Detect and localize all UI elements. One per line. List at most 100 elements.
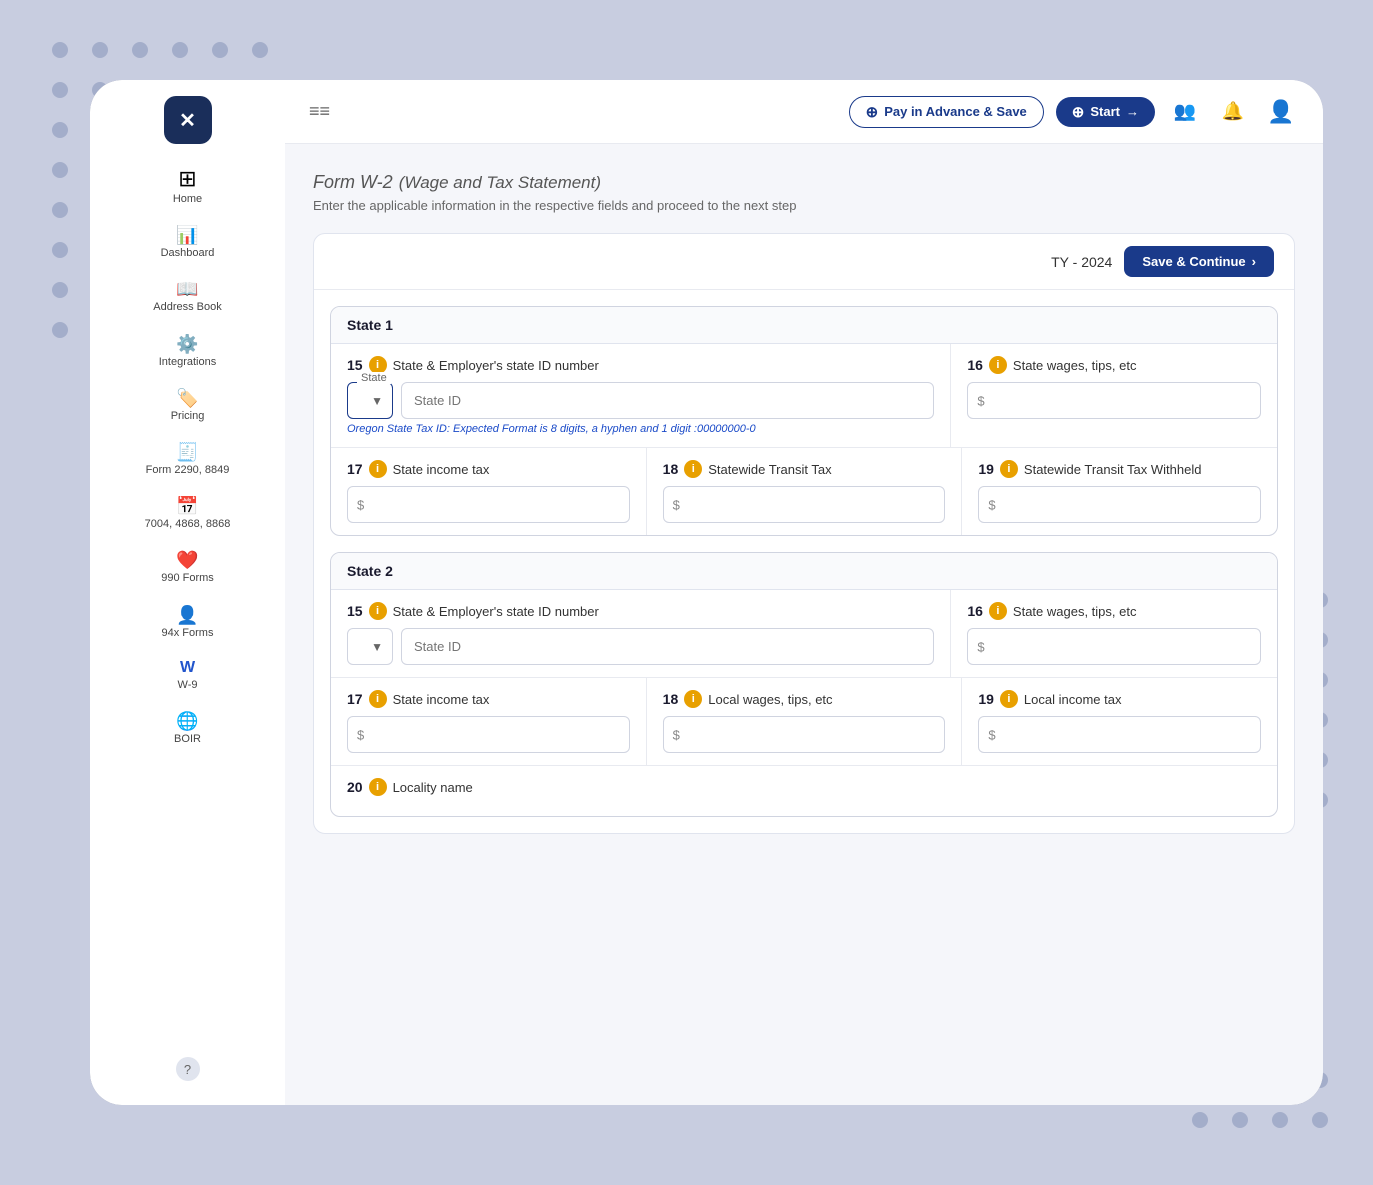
state1-field16-info-icon[interactable]: i xyxy=(989,356,1007,374)
state1-field17-name: State income tax xyxy=(393,462,490,477)
state2-field17-cell: 17 i State income tax xyxy=(331,678,647,765)
state1-field17-input[interactable] xyxy=(347,486,630,523)
state2-field16-cell: 16 i State wages, tips, etc xyxy=(951,590,1277,677)
sidebar-item-help[interactable]: ? xyxy=(90,1049,285,1089)
state1-field19-num: 19 xyxy=(978,461,994,477)
start-plus-icon: ⊕ xyxy=(1072,103,1085,121)
sidebar-item-form7004-label: 7004, 4868, 8868 xyxy=(145,518,231,531)
state2-field16-num: 16 xyxy=(967,603,983,619)
state1-field17-info-icon[interactable]: i xyxy=(369,460,387,478)
sidebar-item-address-book[interactable]: 📖 Address Book xyxy=(90,272,285,322)
state2-field19-input[interactable] xyxy=(978,716,1261,753)
sidebar-item-home[interactable]: ⊞ Home xyxy=(90,160,285,214)
state1-state-id-input[interactable] xyxy=(401,382,934,419)
sidebar-item-form94x[interactable]: 👤 94x Forms xyxy=(90,598,285,648)
state2-field17-input[interactable] xyxy=(347,716,630,753)
state2-field15-num: 15 xyxy=(347,603,363,619)
state2-state-id-input[interactable] xyxy=(401,628,934,665)
page-title: Form W-2 (Wage and Tax Statement) xyxy=(313,168,1295,194)
contacts-icon: 👥 xyxy=(1174,101,1196,122)
sidebar-item-form7004[interactable]: 📅 7004, 4868, 8868 xyxy=(90,489,285,539)
state1-field18-info-icon[interactable]: i xyxy=(684,460,702,478)
state1-field16-name: State wages, tips, etc xyxy=(1013,358,1137,373)
state2-field20-info-icon[interactable]: i xyxy=(369,778,387,796)
save-continue-button[interactable]: Save & Continue › xyxy=(1124,246,1274,277)
state2-field15-info-icon[interactable]: i xyxy=(369,602,387,620)
state2-field19-cell: 19 i Local income tax xyxy=(962,678,1277,765)
state2-section: State 2 15 i State & Employer's state ID… xyxy=(330,552,1278,817)
sidebar-item-boir[interactable]: 🌐 BOIR xyxy=(90,704,285,754)
state1-field16-dollar-wrap xyxy=(967,382,1261,419)
sidebar: ✕ ⊞ Home 📊 Dashboard 📖 Address Book ⚙️ I… xyxy=(90,80,285,1105)
contacts-button[interactable]: 👥 xyxy=(1167,94,1203,130)
state2-field20-name: Locality name xyxy=(393,780,473,795)
state2-field17-num: 17 xyxy=(347,691,363,707)
sidebar-item-w9-label: W-9 xyxy=(178,679,198,692)
state1-field16-label-row: 16 i State wages, tips, etc xyxy=(967,356,1261,374)
state2-field16-dollar-wrap xyxy=(967,628,1261,665)
sidebar-item-form2290[interactable]: 🧾 Form 2290, 8849 xyxy=(90,435,285,485)
sidebar-item-integrations[interactable]: ⚙️ Integrations xyxy=(90,327,285,377)
sidebar-item-pricing-label: Pricing xyxy=(171,410,205,423)
state2-state-select[interactable]: State xyxy=(347,628,393,665)
state1-field18-input[interactable] xyxy=(663,486,946,523)
page-subtitle: Enter the applicable information in the … xyxy=(313,198,1295,213)
sidebar-item-boir-label: BOIR xyxy=(174,733,201,746)
pricing-icon: 🏷️ xyxy=(176,389,198,407)
state1-field16-cell: 16 i State wages, tips, etc xyxy=(951,344,1277,447)
state2-field16-input[interactable] xyxy=(967,628,1261,665)
state1-field19-input[interactable] xyxy=(978,486,1261,523)
page-content: Form W-2 (Wage and Tax Statement) Enter … xyxy=(285,144,1323,1105)
sidebar-item-pricing[interactable]: 🏷️ Pricing xyxy=(90,381,285,431)
state2-field18-num: 18 xyxy=(663,691,679,707)
pay-advance-icon: ⊕ xyxy=(866,103,879,121)
form990-icon: ❤️ xyxy=(176,551,198,569)
hamburger-menu-icon[interactable]: ≡≡ xyxy=(309,101,330,122)
sidebar-item-dashboard-label: Dashboard xyxy=(161,247,215,260)
state2-field15-name: State & Employer's state ID number xyxy=(393,604,599,619)
boir-icon: 🌐 xyxy=(176,712,198,730)
state1-section: State 1 15 i State & Employer's state ID… xyxy=(330,306,1278,536)
state2-state-select-wrap: State ▼ xyxy=(347,628,393,665)
state1-field15-name: State & Employer's state ID number xyxy=(393,358,599,373)
state1-state-select[interactable]: Oregon (OR) xyxy=(347,382,393,419)
state2-field16-info-icon[interactable]: i xyxy=(989,602,1007,620)
state2-field15-cell: 15 i State & Employer's state ID number … xyxy=(331,590,951,677)
state2-field16-name: State wages, tips, etc xyxy=(1013,604,1137,619)
state2-field18-cell: 18 i Local wages, tips, etc xyxy=(647,678,963,765)
sidebar-item-w9[interactable]: W W-9 xyxy=(90,652,285,700)
state2-field18-info-icon[interactable]: i xyxy=(684,690,702,708)
profile-icon: 👤 xyxy=(1267,99,1294,125)
state1-field18-name: Statewide Transit Tax xyxy=(708,462,831,477)
state2-row3: 20 i Locality name xyxy=(331,766,1277,816)
state2-state-id-row: State ▼ xyxy=(347,628,934,665)
state1-field16-input[interactable] xyxy=(967,382,1261,419)
ty-label: TY - 2024 xyxy=(1051,254,1112,270)
sidebar-item-form990[interactable]: ❤️ 990 Forms xyxy=(90,543,285,593)
state1-state-hint: Oregon State Tax ID: Expected Format is … xyxy=(347,423,934,435)
state2-row1: 15 i State & Employer's state ID number … xyxy=(331,590,1277,678)
app-logo[interactable]: ✕ xyxy=(164,96,212,144)
state1-field15-num: 15 xyxy=(347,357,363,373)
sidebar-item-home-label: Home xyxy=(173,193,202,206)
form-card-header: TY - 2024 Save & Continue › xyxy=(314,234,1294,290)
state1-field18-num: 18 xyxy=(663,461,679,477)
state2-field17-dollar-wrap xyxy=(347,716,630,753)
state2-field19-label-row: 19 i Local income tax xyxy=(978,690,1261,708)
profile-button[interactable]: 👤 xyxy=(1263,94,1299,130)
state2-field17-name: State income tax xyxy=(393,692,490,707)
notifications-button[interactable]: 🔔 xyxy=(1215,94,1251,130)
state1-field18-cell: 18 i Statewide Transit Tax xyxy=(647,448,963,535)
state2-field17-info-icon[interactable]: i xyxy=(369,690,387,708)
state1-field19-info-icon[interactable]: i xyxy=(1000,460,1018,478)
state2-field19-info-icon[interactable]: i xyxy=(1000,690,1018,708)
sidebar-item-form2290-label: Form 2290, 8849 xyxy=(146,464,230,477)
start-button[interactable]: ⊕ Start → xyxy=(1056,97,1155,127)
pay-advance-label: Pay in Advance & Save xyxy=(884,104,1027,119)
pay-advance-button[interactable]: ⊕ Pay in Advance & Save xyxy=(849,96,1044,128)
sidebar-item-dashboard[interactable]: 📊 Dashboard xyxy=(90,218,285,268)
state1-field18-dollar-wrap xyxy=(663,486,946,523)
state2-field18-input[interactable] xyxy=(663,716,946,753)
state2-field19-dollar-wrap xyxy=(978,716,1261,753)
state2-field15-label-row: 15 i State & Employer's state ID number xyxy=(347,602,934,620)
